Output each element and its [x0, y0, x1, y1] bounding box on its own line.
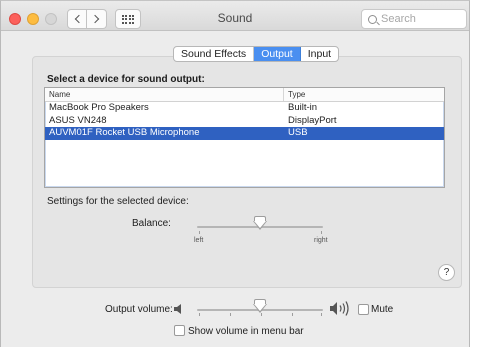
volume-tick: [230, 313, 231, 316]
show-volume-in-menu-bar-label: Show volume in menu bar: [188, 326, 304, 337]
mute-label: Mute: [371, 304, 394, 315]
column-header-name[interactable]: Name: [45, 88, 284, 101]
device-name: AUVM01F Rocket USB Microphone: [49, 127, 200, 138]
volume-tick: [292, 313, 293, 316]
title-bar: Sound: [1, 1, 469, 31]
tab-input[interactable]: Input: [301, 47, 338, 61]
search-field[interactable]: [361, 9, 467, 29]
volume-tick: [199, 313, 200, 316]
close-window-button[interactable]: [9, 13, 21, 25]
minimize-window-button[interactable]: [27, 13, 39, 25]
table-header: Name Type: [45, 88, 444, 102]
back-button[interactable]: [67, 9, 87, 29]
output-volume-label: Output volume:: [105, 304, 173, 315]
show-all-button[interactable]: [115, 9, 141, 29]
mute-checkbox[interactable]: [358, 304, 369, 315]
search-input[interactable]: [381, 13, 466, 25]
device-type: DisplayPort: [288, 114, 337, 126]
device-name: MacBook Pro Speakers: [49, 102, 149, 113]
balance-tick: [321, 231, 322, 234]
device-list-heading: Select a device for sound output:: [47, 74, 205, 85]
chevron-right-icon: [90, 14, 100, 24]
volume-tick: [321, 313, 322, 316]
sound-preferences-window: Sound Sound Effects Output Input Select …: [0, 0, 470, 347]
show-volume-in-menu-bar-checkbox[interactable]: [174, 325, 185, 336]
table-row[interactable]: ASUS VN248 DisplayPort: [45, 115, 444, 128]
tab-sound-effects[interactable]: Sound Effects: [174, 47, 255, 61]
volume-tick: [261, 313, 262, 316]
table-row[interactable]: MacBook Pro Speakers Built-in: [45, 102, 444, 115]
tab-bar: Sound Effects Output Input: [173, 46, 340, 62]
chevron-left-icon: [74, 14, 83, 24]
speaker-low-icon: [174, 304, 181, 314]
speaker-high-icon: [330, 301, 349, 316]
grid-icon: [121, 14, 135, 24]
device-type: USB: [288, 127, 308, 138]
search-icon: [368, 14, 377, 24]
balance-tick: [199, 231, 200, 234]
forward-button[interactable]: [87, 9, 107, 29]
device-settings-label: Settings for the selected device:: [47, 196, 189, 207]
zoom-window-button[interactable]: [45, 13, 57, 25]
balance-label: Balance:: [132, 218, 171, 229]
device-name: ASUS VN248: [49, 114, 107, 126]
help-button[interactable]: ?: [438, 264, 455, 281]
column-header-type[interactable]: Type: [284, 88, 444, 101]
table-row-selected[interactable]: AUVM01F Rocket USB Microphone USB: [45, 127, 444, 140]
device-table[interactable]: Name Type MacBook Pro Speakers Built-in …: [44, 87, 445, 188]
balance-right-label: right: [314, 237, 328, 244]
tab-output[interactable]: Output: [254, 47, 301, 61]
balance-left-label: left: [194, 237, 204, 244]
device-type: Built-in: [288, 102, 318, 113]
